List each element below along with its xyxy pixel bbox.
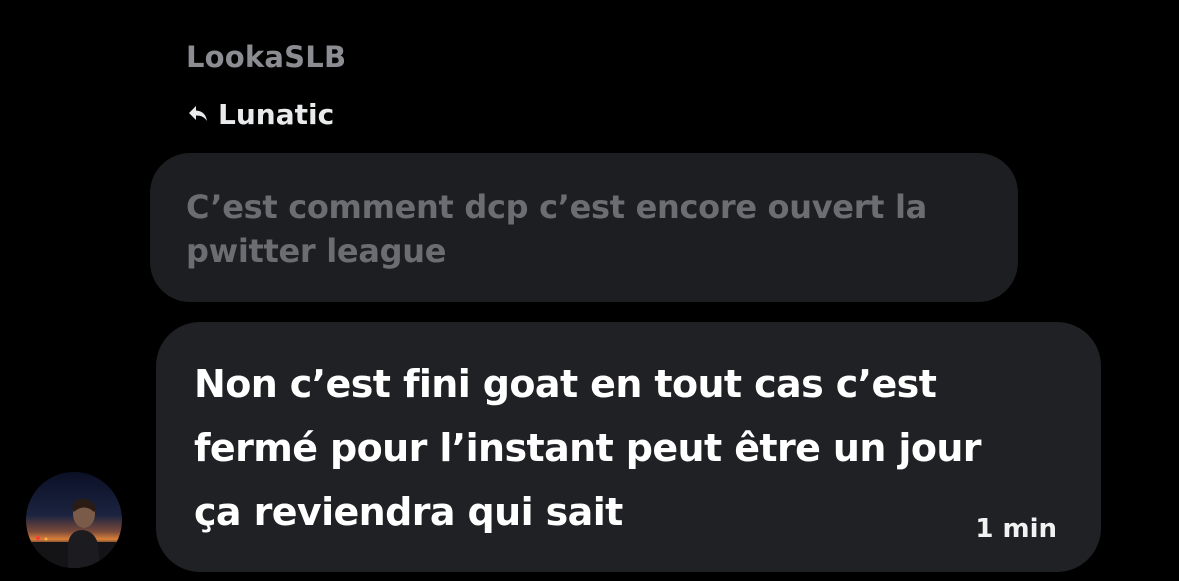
- message-bubble[interactable]: Non c’est fini goat en tout cas c’est fe…: [156, 322, 1101, 572]
- quoted-message-text: C’est comment dcp c’est encore ouvert la…: [186, 188, 927, 270]
- reply-arrow-icon: [189, 106, 207, 121]
- avatar-photo: [26, 472, 122, 568]
- message-timestamp: 1 min: [975, 514, 1057, 544]
- avatar[interactable]: [26, 472, 122, 568]
- message-text: Non c’est fini goat en tout cas c’est fe…: [194, 362, 982, 534]
- sender-name: LookaSLB: [186, 40, 347, 74]
- quoted-message-bubble[interactable]: C’est comment dcp c’est encore ouvert la…: [150, 153, 1018, 302]
- reply-indicator[interactable]: Lunatic: [186, 94, 334, 134]
- reply-to-name: Lunatic: [218, 97, 335, 131]
